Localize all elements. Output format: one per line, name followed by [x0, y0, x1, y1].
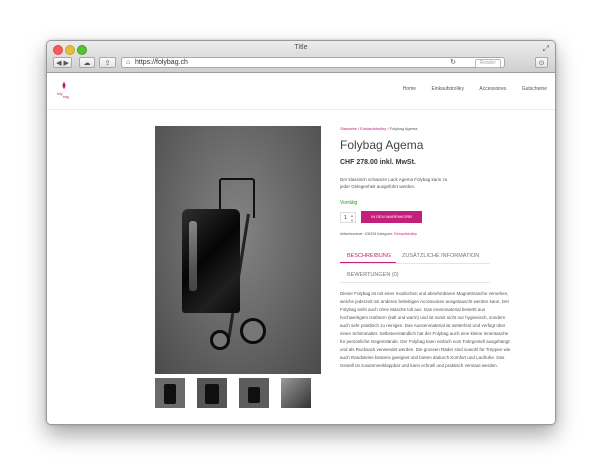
short-description: Der klassisch schwarze Lack Agema Folyba… — [340, 177, 448, 189]
nav-item-home[interactable]: Home — [403, 86, 416, 92]
sku-label: Artikelnummer: — [340, 232, 364, 236]
reader-button[interactable]: Reader — [474, 59, 501, 68]
long-description: Dieser Folybag ist mit einer modischen u… — [340, 291, 511, 368]
tab-beschreibung[interactable]: BESCHREIBUNG — [347, 253, 391, 259]
price-suffix: inkl. MwSt. — [379, 159, 416, 166]
address-bar[interactable]: ⌂ https://folybag.ch ↻ Reader — [121, 57, 505, 68]
back-forward-buttons[interactable]: ◀ ▶ — [53, 57, 72, 68]
main-nav: Home Einkaufstrolley Accessoires Gutsche… — [389, 86, 547, 92]
product-price: CHF 278.00 inkl. MwSt. — [340, 159, 416, 166]
product-main-image[interactable] — [155, 126, 321, 374]
thumbnail-4[interactable] — [281, 378, 311, 408]
page-viewport: foly bag Home Einkaufstrolley Accessoire… — [47, 73, 555, 424]
nav-item-einkaufstrolley[interactable]: Einkaufstrolley — [431, 86, 464, 92]
window-title: Title — [294, 44, 308, 51]
share-icon[interactable]: ⇪ — [99, 57, 116, 68]
title-bar: Title ⤢ ◀ ▶ ☁ ⇪ ⌂ https://folybag.ch ↻ R… — [47, 41, 555, 73]
sku-value: 105293 — [364, 232, 377, 236]
nav-item-gutscheine[interactable]: Gutscheine — [522, 86, 547, 92]
site-header: foly bag Home Einkaufstrolley Accessoire… — [47, 73, 555, 110]
reload-icon[interactable]: ↻ — [450, 58, 456, 68]
add-to-cart-button[interactable]: IN DEN WARENKORB — [361, 211, 422, 223]
svg-text:foly: foly — [57, 92, 63, 96]
svg-text:bag: bag — [63, 95, 69, 99]
fullscreen-icon[interactable]: ⤢ — [543, 44, 549, 54]
cloud-icon[interactable]: ☁ — [79, 57, 95, 68]
thumbnail-2[interactable] — [197, 378, 227, 408]
thumbnail-1[interactable] — [155, 378, 185, 408]
thumbnail-3[interactable] — [239, 378, 269, 408]
category-label: Kategorie: — [377, 232, 394, 236]
breadcrumb-home[interactable]: Startseite — [340, 126, 357, 131]
stock-status: Vorrätig — [340, 200, 358, 206]
tab-divider — [340, 282, 490, 283]
stepper-arrows-icon[interactable]: ▲ ▼ — [350, 213, 354, 223]
tab-divider — [340, 263, 490, 264]
price-amount: CHF 278.00 — [340, 159, 378, 166]
bag-highlight — [189, 221, 197, 291]
trolley-wheel — [240, 318, 266, 344]
downloads-icon[interactable]: ⊙ — [535, 57, 548, 68]
trolley-wheel — [210, 330, 230, 350]
browser-window: Title ⤢ ◀ ▶ ☁ ⇪ ⌂ https://folybag.ch ↻ R… — [46, 40, 556, 425]
nav-item-accessoires[interactable]: Accessoires — [479, 86, 506, 92]
breadcrumb-category[interactable]: Einkaufstrolley — [360, 126, 386, 131]
foly-bag-logo[interactable]: foly bag — [57, 81, 71, 99]
active-tab-underline — [340, 262, 396, 263]
quantity-stepper[interactable]: 1 ▲ ▼ — [340, 212, 356, 223]
thumbnail-gallery — [155, 378, 321, 409]
tab-bewertungen[interactable]: BEWERTUNGEN (0) — [347, 272, 399, 278]
quantity-value: 1 — [344, 215, 347, 221]
breadcrumb: Startseite / Einkaufstrolley / Folybag A… — [340, 126, 418, 131]
tab-zusaetzliche-information[interactable]: ZUSÄTZLICHE INFORMATION — [402, 253, 479, 259]
product-meta: Artikelnummer: 105293 Kategorie: Einkauf… — [340, 232, 417, 236]
category-link[interactable]: Einkaufstrolley — [394, 232, 417, 236]
breadcrumb-current: Folybag Agema — [389, 126, 418, 131]
url-text: https://folybag.ch — [135, 59, 188, 66]
site-icon: ⌂ — [126, 59, 131, 66]
product-title: Folybag Agema — [340, 138, 424, 152]
product-tabs: BESCHREIBUNG ZUSÄTZLICHE INFORMATION BEW… — [340, 248, 545, 284]
